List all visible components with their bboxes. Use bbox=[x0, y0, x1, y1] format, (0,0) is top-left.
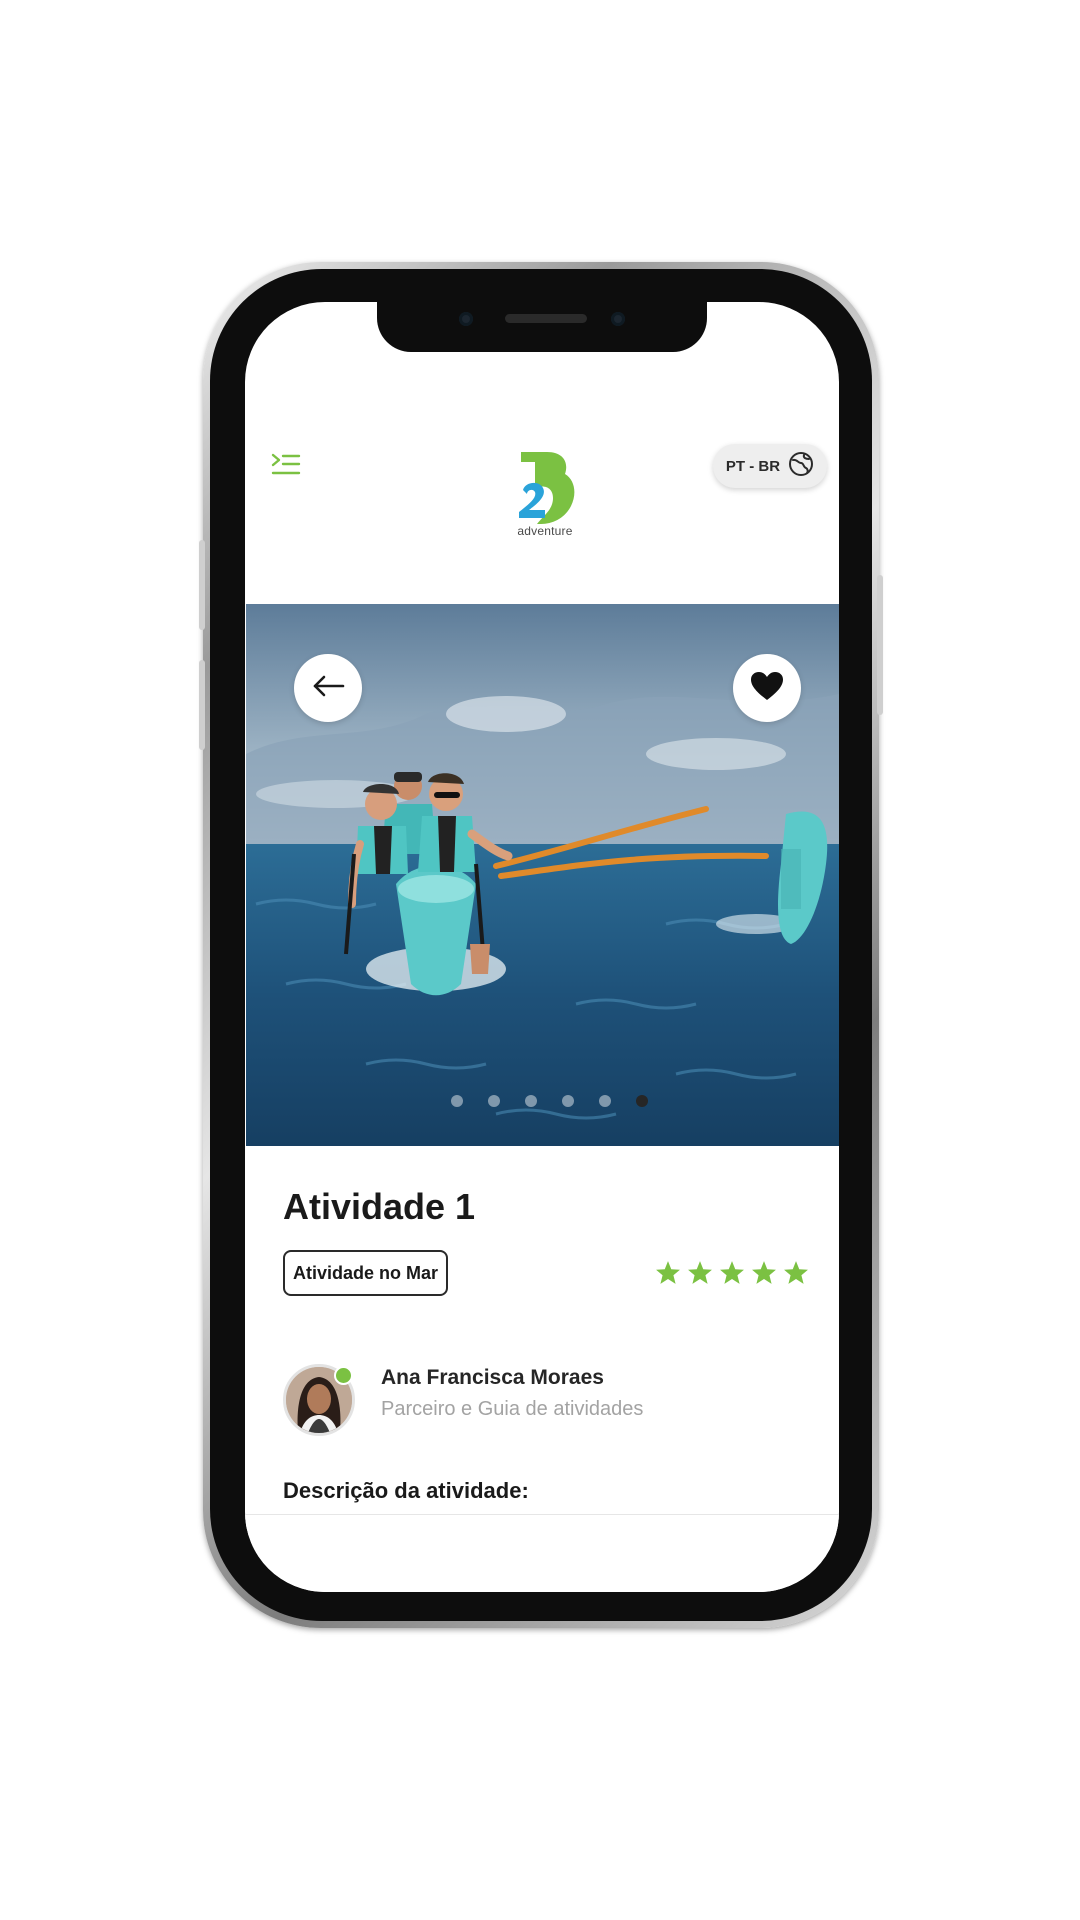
carousel-dot[interactable] bbox=[488, 1095, 500, 1107]
phone-notch bbox=[377, 302, 707, 352]
language-label: PT - BR bbox=[725, 457, 781, 475]
logo-mark bbox=[519, 452, 575, 524]
guide-name[interactable]: Ana Francisca Moraes bbox=[381, 1366, 604, 1390]
globe-icon bbox=[788, 451, 814, 482]
carousel-dot[interactable] bbox=[599, 1095, 611, 1107]
phone-side-button bbox=[199, 660, 205, 750]
carousel-dot[interactable] bbox=[451, 1095, 463, 1107]
carousel-dot-active[interactable] bbox=[636, 1095, 648, 1107]
carousel-dot[interactable] bbox=[562, 1095, 574, 1107]
arrow-left-icon bbox=[311, 674, 345, 703]
star-icon bbox=[656, 1261, 680, 1284]
phone-power-button bbox=[877, 575, 883, 715]
guide-avatar[interactable] bbox=[283, 1364, 355, 1436]
app-screen: adventure PT - BR Atividade 1 Atividade … bbox=[245, 302, 839, 1592]
description-heading: Descrição da atividade: bbox=[283, 1478, 529, 1503]
bottom-bar bbox=[245, 1514, 839, 1592]
star-icon bbox=[784, 1261, 808, 1284]
language-selector[interactable]: PT - BR bbox=[713, 444, 827, 488]
brand-logo[interactable]: adventure bbox=[513, 450, 577, 542]
back-button[interactable] bbox=[294, 654, 362, 722]
hero-carousel[interactable] bbox=[246, 604, 839, 1146]
camera-icon bbox=[459, 312, 473, 326]
speaker-grille bbox=[505, 314, 587, 323]
favorite-button[interactable] bbox=[733, 654, 801, 722]
rating-stars bbox=[655, 1260, 809, 1285]
star-icon bbox=[688, 1261, 712, 1284]
phone-side-button bbox=[199, 540, 205, 630]
carousel-dot[interactable] bbox=[525, 1095, 537, 1107]
menu-icon[interactable] bbox=[271, 452, 301, 478]
sensor-icon bbox=[611, 312, 625, 326]
carousel-indicators bbox=[451, 1095, 648, 1107]
star-icon bbox=[752, 1261, 776, 1284]
logo-text: adventure bbox=[517, 524, 573, 538]
star-icon bbox=[720, 1261, 744, 1284]
guide-role: Parceiro e Guia de atividades bbox=[381, 1398, 644, 1420]
heart-icon bbox=[749, 670, 785, 707]
category-tag[interactable]: Atividade no Mar bbox=[283, 1250, 449, 1296]
activity-title: Atividade 1 bbox=[283, 1186, 476, 1227]
online-status-badge bbox=[334, 1366, 353, 1385]
